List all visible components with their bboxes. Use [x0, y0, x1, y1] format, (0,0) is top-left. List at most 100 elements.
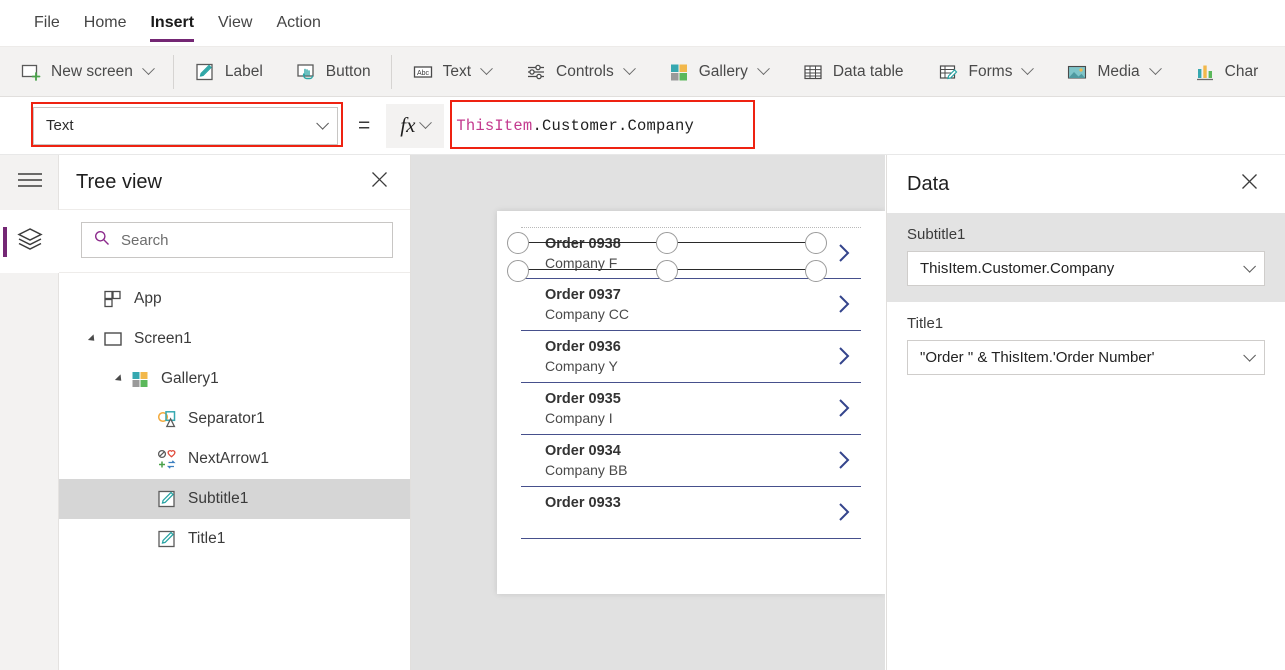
gallery-item[interactable]: Order 0935 Company I: [521, 383, 861, 435]
gallery-item-title: Order 0938: [545, 235, 861, 254]
close-icon: [1241, 173, 1258, 195]
fx-label: fx: [400, 113, 415, 138]
equals-sign: =: [358, 114, 370, 138]
tree-node-list: App Screen1 Gallery1: [59, 273, 410, 559]
tree-node-title1[interactable]: Title1: [59, 519, 410, 559]
tree-node-label: Subtitle1: [188, 490, 248, 508]
ribbon-group-screens: New screen: [0, 47, 173, 97]
gallery-item[interactable]: Order 0936 Company Y: [521, 331, 861, 383]
gallery-button[interactable]: Gallery: [662, 53, 774, 91]
ribbon-group-basic: Label Button: [174, 47, 391, 97]
tree-node-label: Screen1: [134, 330, 192, 348]
menu-item-action[interactable]: Action: [264, 0, 332, 47]
tree-node-separator1[interactable]: Separator1: [59, 399, 410, 439]
tree-node-label: NextArrow1: [188, 450, 269, 468]
text-controls-button[interactable]: Abc Text: [406, 53, 497, 91]
new-screen-label: New screen: [51, 63, 133, 81]
search-input[interactable]: Search: [81, 222, 393, 258]
data-field-title1: Title1 "Order " & ThisItem.'Order Number…: [887, 302, 1285, 391]
hamburger-menu-icon: [17, 171, 43, 194]
formula-token-thisitem: ThisItem: [456, 117, 532, 135]
menu-item-file[interactable]: File: [22, 0, 72, 47]
controls-button[interactable]: Controls: [519, 53, 640, 91]
data-field-dropdown[interactable]: ThisItem.Customer.Company: [907, 251, 1265, 286]
chevron-right-icon[interactable]: [837, 345, 851, 367]
tree-node-gallery1[interactable]: Gallery1: [59, 359, 410, 399]
tree-view-title: Tree view: [76, 171, 365, 194]
gallery-item-subtitle: Company CC: [545, 305, 861, 324]
gallery-item-subtitle: Company I: [545, 409, 861, 428]
tree-node-label: Gallery1: [161, 370, 219, 388]
hamburger-menu-button[interactable]: [0, 155, 59, 210]
tree-caret-gallery1[interactable]: [109, 375, 129, 383]
property-dropdown[interactable]: Text: [33, 107, 338, 145]
chevron-right-icon[interactable]: [837, 501, 851, 523]
data-field-value: "Order " & ThisItem.'Order Number': [920, 349, 1243, 366]
charts-button[interactable]: Char: [1188, 53, 1265, 91]
forms-icon: [938, 61, 960, 83]
chevron-down-icon: [316, 117, 329, 130]
formula-input[interactable]: ThisItem.Customer.Company: [444, 104, 1285, 148]
label-icon: [156, 488, 178, 510]
menu-item-home[interactable]: Home: [72, 0, 139, 47]
chevron-down-icon: [757, 62, 770, 75]
gallery1-preview[interactable]: Order 0938 Company F Order 0937 Company …: [521, 227, 861, 557]
gallery-item[interactable]: Order 0938 Company F: [521, 227, 861, 279]
gallery-item[interactable]: Order 0937 Company CC: [521, 279, 861, 331]
menu-item-view[interactable]: View: [206, 0, 264, 47]
app-canvas[interactable]: Order 0938 Company F Order 0937 Company …: [411, 155, 885, 670]
tree-node-label: Title1: [188, 530, 225, 548]
tree-view-panel: Tree view Search App: [59, 155, 411, 670]
gallery-item-subtitle: Company BB: [545, 461, 861, 480]
controls-sliders-icon: [525, 61, 547, 83]
media-label: Media: [1097, 63, 1139, 81]
tree-node-subtitle1[interactable]: Subtitle1: [59, 479, 410, 519]
text-controls-label: Text: [443, 63, 471, 81]
chevron-down-icon: [480, 62, 493, 75]
rail-selection-indicator: [3, 227, 7, 257]
fx-button[interactable]: fx: [386, 113, 444, 138]
data-field-dropdown[interactable]: "Order " & ThisItem.'Order Number': [907, 340, 1265, 375]
data-field-subtitle1: Subtitle1 ThisItem.Customer.Company: [887, 213, 1285, 302]
close-icon: [371, 171, 388, 193]
gallery-item-subtitle: Company Y: [545, 357, 861, 376]
data-panel-header: Data: [887, 155, 1285, 213]
chevron-right-icon[interactable]: [837, 449, 851, 471]
layers-tree-icon: [16, 226, 44, 257]
button-button[interactable]: Button: [289, 53, 377, 91]
media-button[interactable]: Media: [1060, 53, 1165, 91]
forms-button[interactable]: Forms: [932, 53, 1039, 91]
data-field-value: ThisItem.Customer.Company: [920, 260, 1243, 277]
ribbon-toolbar: New screen Label Button: [0, 47, 1285, 97]
text-abc-icon: Abc: [412, 61, 434, 83]
gallery-item[interactable]: Order 0933: [521, 487, 861, 539]
search-icon: [94, 230, 110, 251]
tree-view-header: Tree view: [59, 155, 410, 210]
gallery-item[interactable]: Order 0934 Company BB: [521, 435, 861, 487]
screen1-preview[interactable]: Order 0938 Company F Order 0937 Company …: [497, 211, 885, 594]
chevron-right-icon[interactable]: [837, 397, 851, 419]
new-screen-icon: [20, 61, 42, 83]
tree-node-screen1[interactable]: Screen1: [59, 319, 410, 359]
tree-search-wrap: Search: [59, 210, 410, 273]
chevron-right-icon[interactable]: [837, 242, 851, 264]
property-dropdown-wrap: Text: [33, 107, 338, 145]
tree-node-nextarrow1[interactable]: NextArrow1: [59, 439, 410, 479]
power-apps-studio: File Home Insert View Action New screen …: [0, 0, 1285, 670]
data-panel-close-button[interactable]: [1235, 170, 1263, 198]
tree-view-rail-tab[interactable]: [0, 210, 59, 273]
label-button[interactable]: Label: [188, 53, 269, 91]
tree-node-app[interactable]: App: [59, 279, 410, 319]
property-dropdown-value: Text: [46, 117, 316, 134]
data-table-button[interactable]: Data table: [796, 53, 910, 91]
app-icon: [102, 288, 124, 310]
gallery-item-title: Order 0937: [545, 286, 861, 305]
chevron-right-icon[interactable]: [837, 293, 851, 315]
forms-label: Forms: [969, 63, 1013, 81]
data-table-icon: [802, 61, 824, 83]
menu-item-insert[interactable]: Insert: [138, 0, 206, 47]
chevron-down-icon: [1243, 260, 1256, 273]
tree-caret-screen1[interactable]: [82, 335, 102, 343]
tree-view-close-button[interactable]: [365, 168, 393, 196]
new-screen-button[interactable]: New screen: [14, 53, 159, 91]
